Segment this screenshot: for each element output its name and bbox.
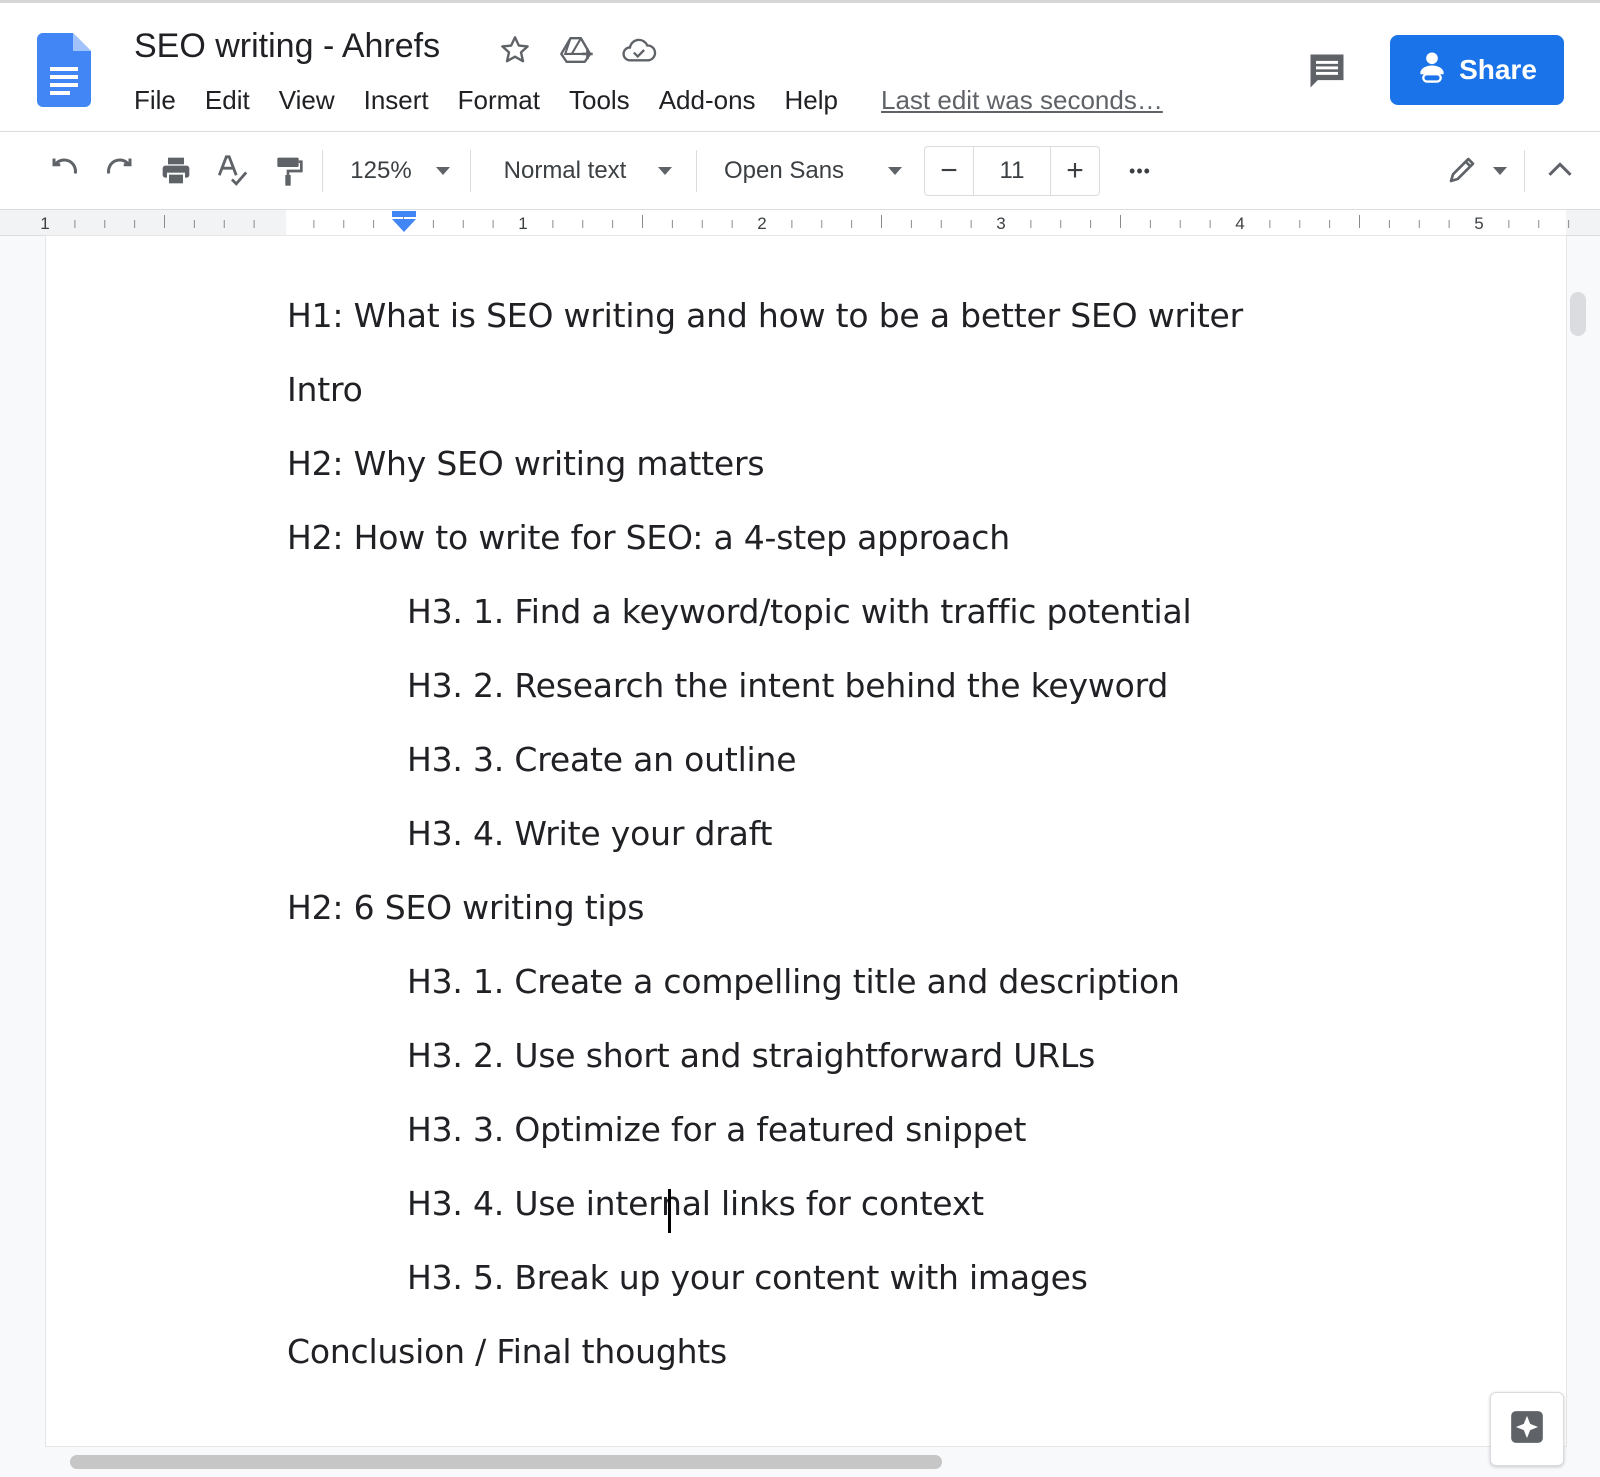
toolbar-divider [696, 150, 697, 192]
comments-icon[interactable] [1302, 47, 1352, 95]
explore-icon [1508, 1408, 1546, 1451]
text-cursor [668, 1189, 671, 1233]
decrease-font-size-button[interactable]: − [925, 147, 973, 195]
vertical-scrollbar[interactable] [1570, 292, 1586, 336]
chevron-down-icon [435, 167, 450, 175]
doc-line[interactable]: Conclusion / Final thoughts [287, 1332, 727, 1371]
menu-help[interactable]: Help [785, 85, 838, 116]
zoom-select[interactable]: 125% [340, 146, 460, 196]
doc-line[interactable]: H3. 1. Find a keyword/topic with traffic… [407, 592, 1192, 631]
font-select[interactable]: Open Sans [718, 146, 908, 196]
menu-tools[interactable]: Tools [569, 85, 630, 116]
chevron-down-icon [888, 167, 903, 175]
doc-line[interactable]: H3. 2. Use short and straightforward URL… [407, 1036, 1095, 1075]
pencil-icon [1447, 153, 1479, 190]
ruler-number: 3 [996, 214, 1005, 233]
ruler-number: 2 [757, 214, 766, 233]
docs-logo-icon[interactable] [36, 33, 91, 107]
increase-font-size-button[interactable]: + [1051, 147, 1099, 195]
more-options-button[interactable]: ••• [1118, 146, 1162, 196]
menu-insert[interactable]: Insert [364, 85, 429, 116]
share-lock-icon [1417, 51, 1447, 90]
font-size-input[interactable]: 11 [973, 147, 1051, 195]
last-edit-link[interactable]: Last edit was seconds… [881, 85, 1163, 116]
left-indent-marker[interactable] [392, 219, 416, 232]
menu-view[interactable]: View [279, 85, 335, 116]
doc-line[interactable]: H2: 6 SEO writing tips [287, 888, 644, 927]
ruler-number: 4 [1235, 214, 1244, 233]
spellcheck-icon[interactable] [210, 146, 254, 196]
horizontal-scrollbar[interactable] [70, 1455, 942, 1469]
explore-button[interactable] [1490, 1392, 1564, 1466]
share-label: Share [1459, 54, 1537, 85]
doc-line[interactable]: H3. 1. Create a compelling title and des… [407, 962, 1180, 1001]
more-options-icon: ••• [1129, 160, 1151, 181]
doc-line[interactable]: H3. 3. Create an outline [407, 740, 797, 779]
doc-line[interactable]: H3. 5. Break up your content with images [407, 1258, 1088, 1297]
move-to-drive-icon[interactable] [558, 31, 596, 69]
chevron-down-icon [1493, 167, 1507, 175]
paint-format-icon[interactable] [266, 146, 310, 196]
doc-line[interactable]: H1: What is SEO writing and how to be a … [287, 296, 1243, 335]
doc-line[interactable]: H2: How to write for SEO: a 4-step appro… [287, 518, 1010, 557]
menu-bar: File Edit View Insert Format Tools Add-o… [134, 85, 1163, 116]
doc-line[interactable]: H3. 4. Use internal links for context [407, 1184, 984, 1223]
font-value: Open Sans [723, 157, 845, 184]
ruler-number: 5 [1474, 214, 1483, 233]
menu-format[interactable]: Format [458, 85, 540, 116]
share-button[interactable]: Share [1390, 35, 1564, 105]
redo-icon[interactable] [98, 146, 142, 196]
ruler-number: 1 [40, 214, 49, 233]
undo-icon[interactable] [42, 146, 86, 196]
toolbar-divider [322, 150, 323, 192]
zoom-value: 125% [350, 157, 412, 184]
paragraph-style-select[interactable]: Normal text [490, 146, 686, 196]
menu-add-ons[interactable]: Add-ons [659, 85, 756, 116]
cloud-saved-icon[interactable] [620, 31, 658, 69]
doc-line[interactable]: H3. 3. Optimize for a featured snippet [407, 1110, 1026, 1149]
ruler-ticks: 1 1 2 3 4 5 [40, 211, 1570, 233]
title-bar: SEO writing - Ahrefs File Edit View Inse… [0, 0, 1600, 132]
doc-line[interactable]: H3. 2. Research the intent behind the ke… [407, 666, 1168, 705]
google-docs-window: SEO writing - Ahrefs File Edit View Inse… [0, 0, 1600, 1477]
toolbar-divider [1524, 150, 1525, 192]
doc-line[interactable]: H2: Why SEO writing matters [287, 444, 765, 483]
font-size-control: − 11 + [924, 146, 1100, 196]
ruler-number: 1 [518, 214, 527, 233]
menu-edit[interactable]: Edit [205, 85, 250, 116]
toolbar-divider [470, 150, 471, 192]
first-line-indent-marker[interactable] [392, 211, 416, 217]
title-icons [496, 31, 658, 69]
editing-mode-select[interactable] [1440, 146, 1514, 196]
menu-file[interactable]: File [134, 85, 176, 116]
doc-line[interactable]: H3. 4. Write your draft [407, 814, 772, 853]
paragraph-style-value: Normal text [503, 157, 627, 184]
hide-menus-button[interactable] [1538, 146, 1582, 196]
print-icon[interactable] [154, 146, 198, 196]
star-icon[interactable] [496, 31, 534, 69]
chevron-up-icon [1546, 159, 1574, 184]
ruler[interactable]: 1 1 2 3 4 5 [0, 210, 1600, 236]
document-title[interactable]: SEO writing - Ahrefs [134, 27, 440, 66]
doc-line[interactable]: Intro [287, 370, 363, 409]
chevron-down-icon [658, 167, 673, 175]
formatting-toolbar: 125% Normal text Open Sans − 11 + ••• [0, 132, 1600, 210]
